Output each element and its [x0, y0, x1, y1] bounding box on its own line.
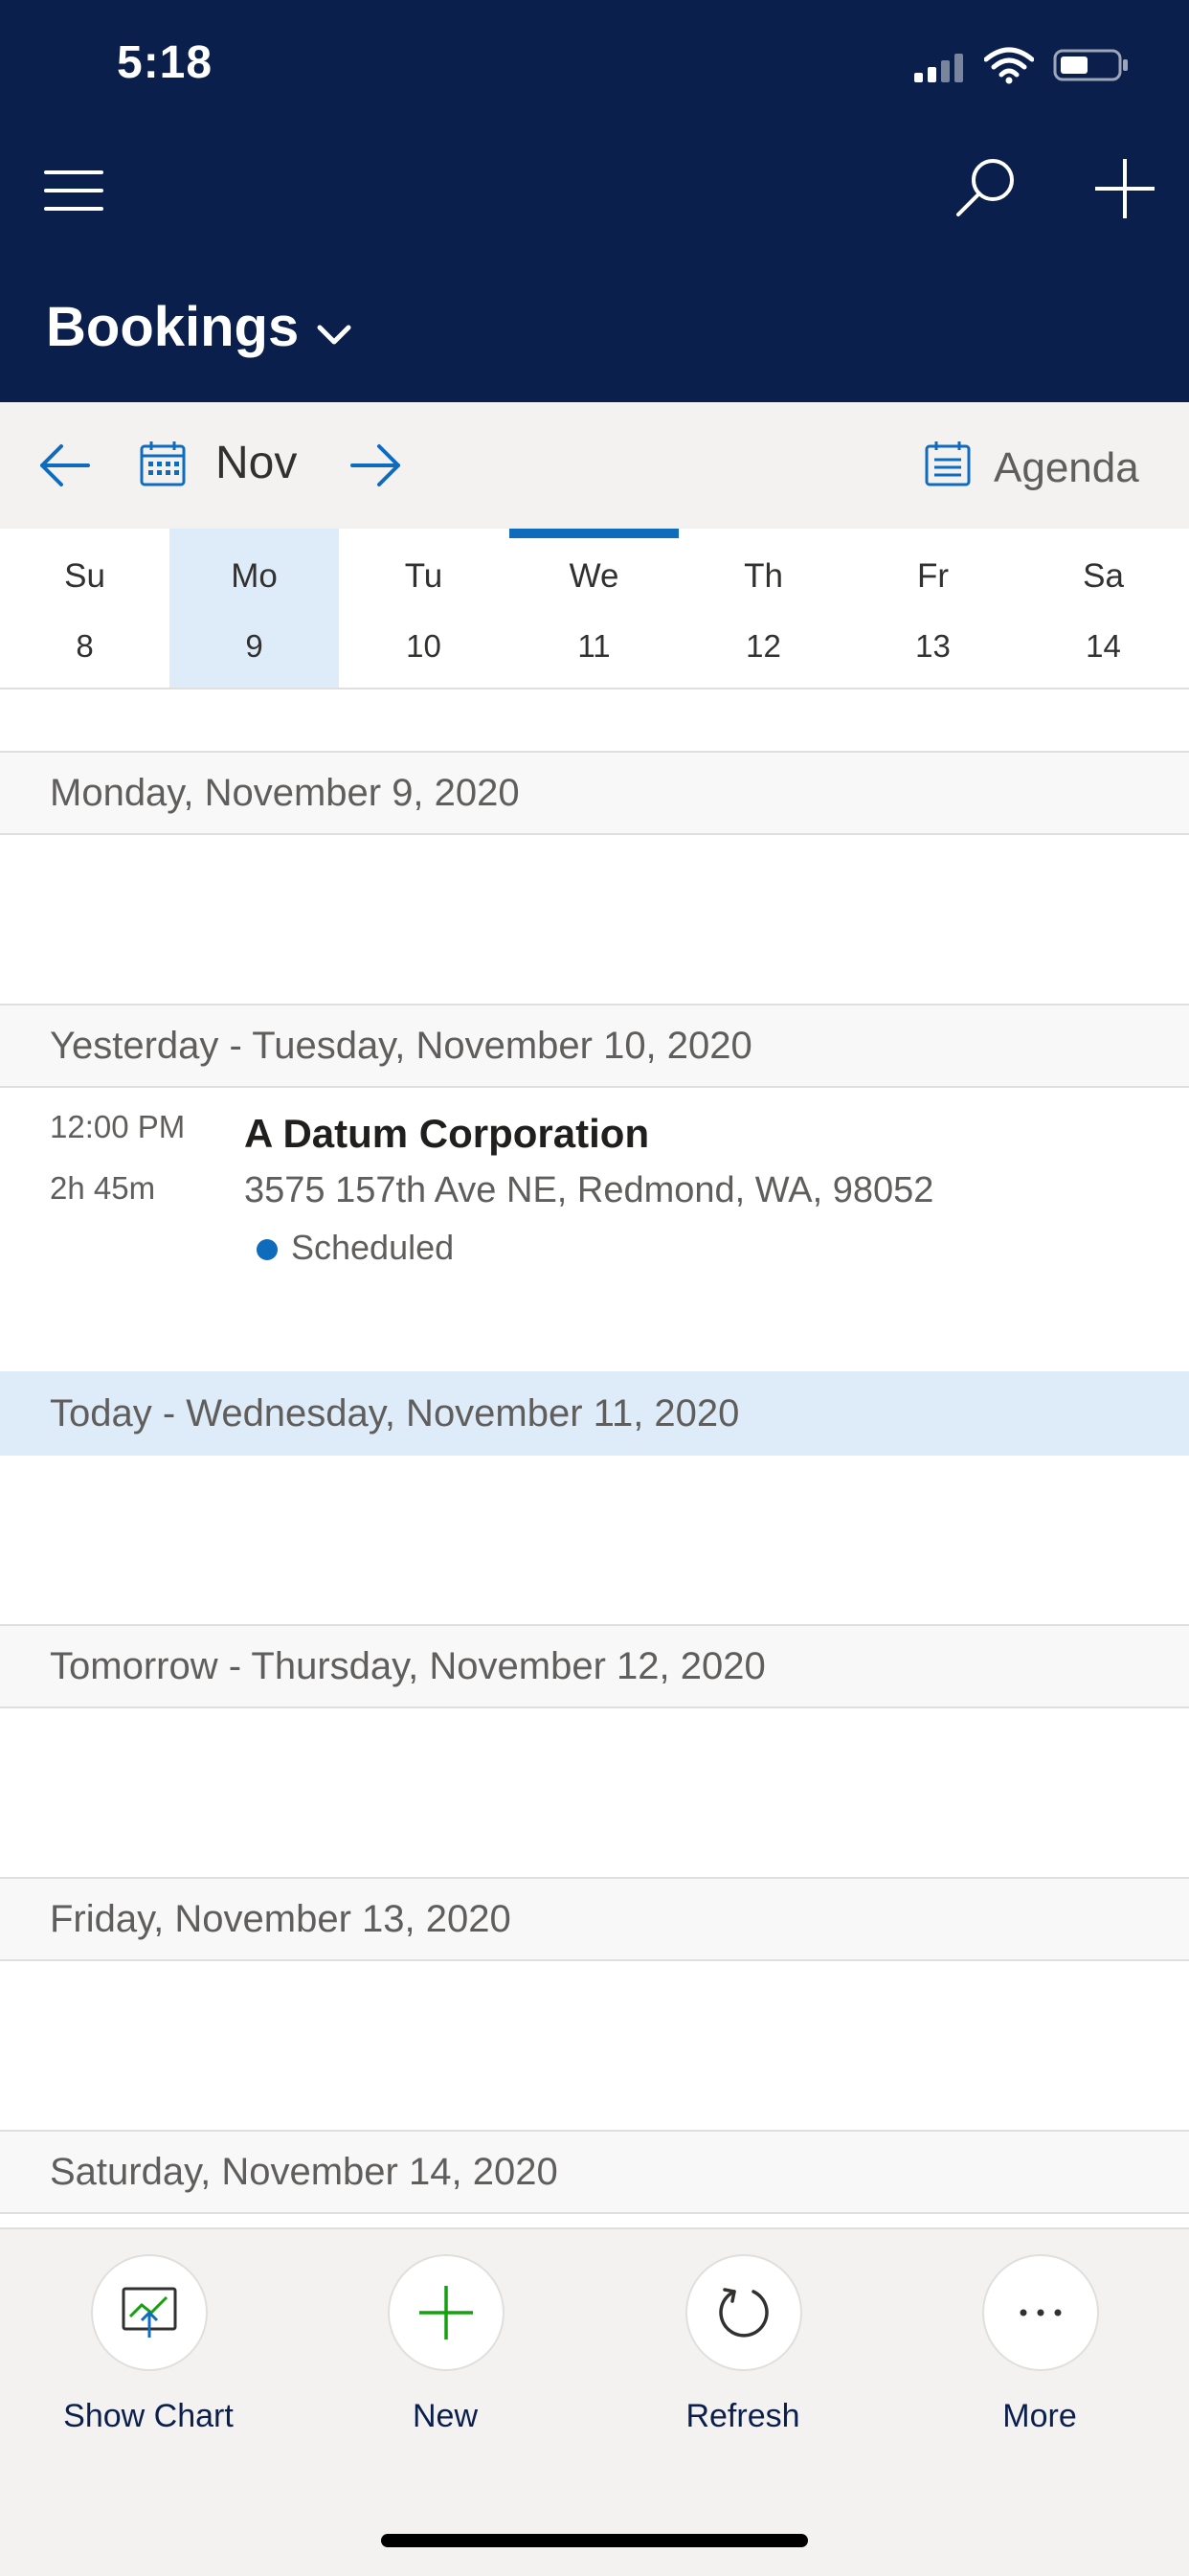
- date-section-header: Monday, November 9, 2020: [0, 751, 1189, 835]
- agenda-list[interactable]: Monday, November 9, 2020 Yesterday - Tue…: [0, 689, 1189, 2227]
- booking-duration: 2h 45m: [50, 1170, 156, 1206]
- new-button[interactable]: New: [297, 2254, 594, 2446]
- date-section-header: Tomorrow - Thursday, November 12, 2020: [0, 1624, 1189, 1708]
- button-label: More: [1002, 2398, 1077, 2434]
- refresh-button[interactable]: Refresh: [594, 2254, 891, 2446]
- button-circle: [685, 2254, 802, 2371]
- date-section-label: Friday, November 13, 2020: [50, 1898, 511, 1940]
- agenda-icon[interactable]: [923, 439, 973, 488]
- booking-address: 3575 157th Ave NE, Redmond, WA, 98052: [244, 1170, 934, 1210]
- button-circle: [388, 2254, 505, 2371]
- day-name: Sa: [1083, 557, 1124, 595]
- plus-icon: [419, 2286, 473, 2339]
- day-cell[interactable]: Sa 14: [1018, 529, 1189, 688]
- date-section-header-today: Today - Wednesday, November 11, 2020: [0, 1371, 1189, 1456]
- day-cell[interactable]: Th 12: [679, 529, 848, 688]
- day-cell-today[interactable]: We 11: [509, 529, 679, 688]
- add-icon[interactable]: [1091, 155, 1158, 222]
- day-date: 12: [746, 628, 781, 664]
- menu-icon[interactable]: [44, 170, 103, 211]
- current-month[interactable]: Nov: [215, 437, 297, 489]
- day-date: 10: [406, 628, 441, 664]
- more-icon: [1020, 2309, 1062, 2316]
- date-section-label: Tomorrow - Thursday, November 12, 2020: [50, 1645, 766, 1687]
- chevron-down-icon[interactable]: [314, 314, 354, 354]
- cellular-signal-icon: [914, 52, 968, 82]
- date-section-header: Yesterday - Tuesday, November 10, 2020: [0, 1004, 1189, 1088]
- day-name: Tu: [404, 557, 443, 595]
- date-section-label: Today - Wednesday, November 11, 2020: [50, 1392, 740, 1435]
- booking-start-time: 12:00 PM: [50, 1109, 186, 1144]
- refresh-icon: [719, 2288, 769, 2338]
- day-cell-selected[interactable]: Mo 9: [169, 529, 339, 688]
- day-date: 9: [245, 628, 263, 664]
- day-date: 14: [1086, 628, 1121, 664]
- button-label: Show Chart: [63, 2398, 234, 2434]
- more-button[interactable]: More: [891, 2254, 1188, 2446]
- day-name: We: [569, 557, 619, 595]
- calendar-nav-bar: Nov Agenda: [0, 402, 1189, 529]
- button-label: New: [412, 2398, 479, 2434]
- day-name: Th: [744, 557, 783, 595]
- date-section-header: Friday, November 13, 2020: [0, 1877, 1189, 1961]
- week-strip: Su 8 Mo 9 Tu 10 We 11 Th 12 Fr 13 Sa 14: [0, 529, 1189, 689]
- booking-item[interactable]: 12:00 PM 2h 45m A Datum Corporation 3575…: [0, 1086, 1189, 1373]
- status-dot-icon: [257, 1239, 278, 1260]
- day-date: 8: [76, 628, 94, 664]
- date-section-label: Saturday, November 14, 2020: [50, 2151, 558, 2193]
- wifi-icon: [984, 47, 1034, 84]
- search-icon[interactable]: [953, 155, 1020, 222]
- home-indicator[interactable]: [381, 2534, 808, 2547]
- booking-status: Scheduled: [291, 1228, 455, 1267]
- date-section-header: Saturday, November 14, 2020: [0, 2130, 1189, 2214]
- button-circle: [91, 2254, 208, 2371]
- view-switcher[interactable]: Agenda: [994, 444, 1139, 492]
- day-cell[interactable]: Su 8: [0, 529, 169, 688]
- show-chart-button[interactable]: Show Chart: [0, 2254, 297, 2446]
- day-date: 13: [915, 628, 951, 664]
- chart-icon: [122, 2287, 177, 2338]
- arrow-right-icon[interactable]: [347, 437, 404, 494]
- day-name: Fr: [916, 557, 950, 595]
- command-bar: Show Chart New Refresh More: [0, 2227, 1189, 2576]
- page-title[interactable]: Bookings: [46, 295, 299, 359]
- status-time: 5:18: [117, 37, 213, 88]
- day-cell[interactable]: Tu 10: [339, 529, 508, 688]
- calendar-icon[interactable]: [138, 439, 188, 488]
- date-section-label: Monday, November 9, 2020: [50, 772, 520, 814]
- button-circle: [982, 2254, 1099, 2371]
- day-name: Mo: [231, 557, 278, 595]
- button-label: Refresh: [685, 2398, 800, 2434]
- day-date: 11: [577, 628, 611, 664]
- app-header: 5:18 Bookings: [0, 0, 1189, 402]
- day-cell[interactable]: Fr 13: [848, 529, 1018, 688]
- arrow-left-icon[interactable]: [36, 437, 94, 494]
- booking-title: A Datum Corporation: [244, 1111, 650, 1156]
- date-section-label: Yesterday - Tuesday, November 10, 2020: [50, 1025, 752, 1067]
- battery-icon: [1053, 49, 1128, 81]
- day-name: Su: [64, 557, 105, 595]
